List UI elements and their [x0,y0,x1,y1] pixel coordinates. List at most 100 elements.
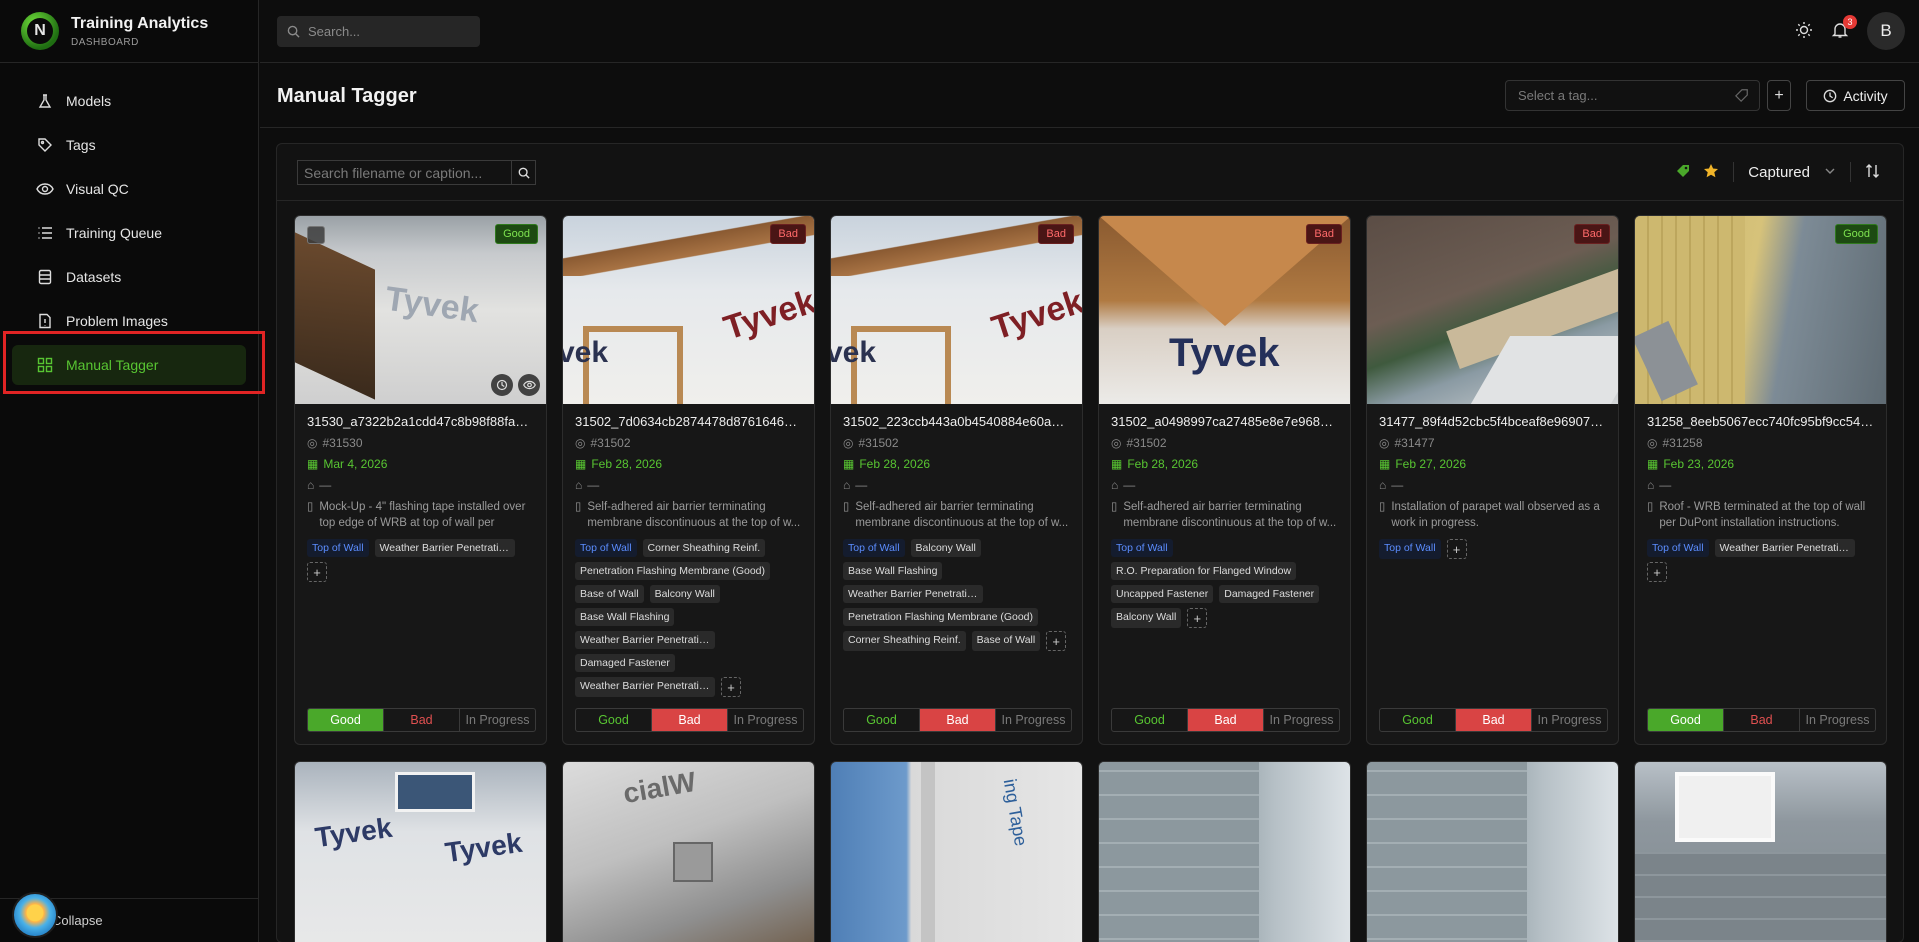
image-card[interactable]: cialW [562,761,815,942]
image-thumbnail[interactable]: Tyvek Tyvek [295,762,546,942]
tag-chip[interactable]: Balcony Wall [649,585,720,603]
app-logo-icon[interactable]: N [21,12,59,50]
sidebar-item-tags[interactable]: Tags [12,125,246,165]
image-card[interactable]: ing Tape [830,761,1083,942]
bad-button[interactable]: Bad [1188,709,1264,731]
tag-chip[interactable]: Top of Wall [1111,539,1173,557]
add-tag-chip-button[interactable]: + [1647,562,1667,582]
good-button[interactable]: Good [1648,709,1724,731]
tag-chip[interactable]: Weather Barrier Penetration... [575,677,715,697]
image-card[interactable]: Tyvek vek Bad 31502_223ccb443a0b4540884e… [830,215,1083,745]
sidebar-item-datasets[interactable]: Datasets [12,257,246,297]
tag-chip[interactable]: Base of Wall [971,631,1041,651]
image-card[interactable]: Bad 31477_89f4d52cbc5f4bceaf8e969072564.… [1366,215,1619,745]
bad-button[interactable]: Bad [1724,709,1800,731]
image-thumbnail[interactable]: Tyvek Bad [1099,216,1350,404]
image-thumbnail[interactable]: Bad [1367,216,1618,404]
image-card[interactable] [1634,761,1887,942]
in-progress-button[interactable]: In Progress [1532,709,1607,731]
image-thumbnail[interactable] [1367,762,1618,942]
tag-chip[interactable]: Damaged Fastener [575,654,675,672]
bad-button[interactable]: Bad [384,709,460,731]
add-tag-chip-button[interactable]: + [1046,631,1067,651]
in-progress-button[interactable]: In Progress [728,709,803,731]
add-tag-chip-button[interactable]: + [307,562,327,582]
tag-chip[interactable]: Weather Barrier Penetration... [843,585,983,603]
add-tag-chip-button[interactable]: + [1187,608,1208,628]
history-icon[interactable] [491,374,513,396]
add-tag-button[interactable]: + [1767,80,1791,111]
bad-button[interactable]: Bad [920,709,996,731]
tag-chip[interactable]: Weather Barrier Penetration... [374,539,515,557]
image-thumbnail[interactable]: cialW [563,762,814,942]
tag-select-dropdown[interactable]: Select a tag... [1505,80,1760,111]
sort-order-icon[interactable] [1865,163,1881,182]
image-card[interactable]: Tyvek Good 31530_a7322b2a1cdd47c8b98f88f… [294,215,547,745]
image-thumbnail[interactable] [1635,762,1886,942]
in-progress-button[interactable]: In Progress [460,709,535,731]
eye-icon[interactable] [518,374,540,396]
tag-chip[interactable]: Uncapped Fastener [1111,585,1214,603]
good-button[interactable]: Good [844,709,920,731]
tag-chip[interactable]: Damaged Fastener [1219,585,1320,603]
image-thumbnail[interactable]: Tyvek vek Bad [563,216,814,404]
chevron-down-icon[interactable] [1824,165,1836,180]
sidebar-item-models[interactable]: Models [12,81,246,121]
image-card[interactable]: Tyvek Bad 31502_a0498997ca27485e8e7e9681… [1098,215,1351,745]
activity-button[interactable]: Activity [1806,80,1905,111]
tag-chip[interactable]: Top of Wall [307,539,369,557]
good-button[interactable]: Good [1112,709,1188,731]
good-button[interactable]: Good [1380,709,1456,731]
assistant-avatar-icon[interactable] [12,892,58,938]
sort-select[interactable]: Captured [1748,164,1810,181]
add-tag-chip-button[interactable]: + [1446,539,1467,559]
image-card[interactable] [1098,761,1351,942]
image-thumbnail[interactable]: ing Tape [831,762,1082,942]
sidebar-item-visual-qc[interactable]: Visual QC [12,169,246,209]
tag-chip[interactable]: Base Wall Flashing [575,608,675,626]
tag-chip[interactable]: Penetration Flashing Membrane (Good) [575,562,771,580]
tag-chip[interactable]: Top of Wall [1647,539,1709,557]
image-card[interactable]: Tyvek Tyvek [294,761,547,942]
star-filter-icon[interactable] [1703,163,1719,182]
image-card[interactable]: Good 31258_8eeb5067ecc740fc95bf9cc545e4f… [1634,215,1887,745]
tag-chip[interactable]: Top of Wall [843,539,905,557]
image-card[interactable]: Tyvek vek Bad 31502_7d0634cb2874478d8761… [562,215,815,745]
tag-chip[interactable]: Corner Sheathing Reinf. [642,539,766,557]
good-button[interactable]: Good [576,709,652,731]
tag-chip[interactable]: Balcony Wall [910,539,981,557]
tag-chip[interactable]: Corner Sheathing Reinf. [843,631,966,651]
image-thumbnail[interactable]: Tyvek Good [295,216,546,404]
in-progress-button[interactable]: In Progress [996,709,1071,731]
bad-button[interactable]: Bad [652,709,728,731]
capture-date-text: Feb 23, 2026 [1663,457,1735,471]
in-progress-button[interactable]: In Progress [1800,709,1875,731]
image-thumbnail[interactable] [1099,762,1350,942]
file-search-button[interactable] [511,161,535,184]
file-search-input[interactable]: Search filename or caption... [297,160,536,185]
user-avatar[interactable]: B [1867,12,1905,50]
tag-chip[interactable]: Top of Wall [1379,539,1441,559]
global-search-input[interactable]: Search... [277,16,480,47]
tag-chip[interactable]: Weather Barrier Penetration... [575,631,715,649]
image-card[interactable] [1366,761,1619,942]
theme-toggle-sun-icon[interactable] [1795,21,1813,42]
in-progress-button[interactable]: In Progress [1264,709,1339,731]
tag-chip[interactable]: Weather Barrier Penetration... [1714,539,1855,557]
select-checkbox[interactable] [307,226,325,244]
document-icon: ▯ [843,501,850,513]
image-thumbnail[interactable]: Tyvek vek Bad [831,216,1082,404]
tag-chip[interactable]: Base of Wall [575,585,644,603]
add-tag-chip-button[interactable]: + [721,677,741,697]
tag-chip[interactable]: R.O. Preparation for Flanged Window [1111,562,1297,580]
tag-chip[interactable]: Base Wall Flashing [843,562,943,580]
bad-button[interactable]: Bad [1456,709,1532,731]
sidebar-item-training-queue[interactable]: Training Queue [12,213,246,253]
good-button[interactable]: Good [308,709,384,731]
tag-chip[interactable]: Penetration Flashing Membrane (Good) [843,608,1039,626]
tag-chip[interactable]: Balcony Wall [1111,608,1182,628]
notifications-button[interactable]: 3 [1831,14,1857,42]
tag-chip[interactable]: Top of Wall [575,539,637,557]
image-thumbnail[interactable]: Good [1635,216,1886,404]
tag-filter-icon[interactable] [1675,163,1691,182]
